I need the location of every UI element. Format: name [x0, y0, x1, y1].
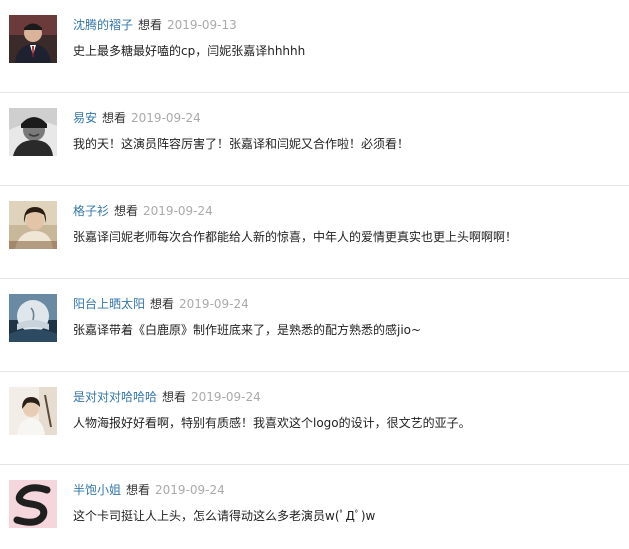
comment-meta: 易安 想看 2019-09-24 — [73, 110, 201, 127]
comment-item: 阳台上晒太阳 想看 2019-09-24 张嘉译带着《白鹿原》制作班底来了，是熟悉的… — [0, 279, 629, 372]
username-link[interactable]: 格子衫 — [73, 204, 109, 218]
comment-item: 是对对对哈哈哈 想看 2019-09-24 人物海报好好看啊，特别有质感！我喜欢这个… — [0, 372, 629, 465]
status-label: 想看 — [114, 204, 139, 218]
comment-meta: 沈腾的褶子 想看 2019-09-13 — [73, 17, 237, 34]
comment-text: 我的天！这演员阵容厉害了！张嘉译和闫妮又合作啦！必须看！ — [73, 137, 410, 151]
comment-meta: 阳台上晒太阳 想看 2019-09-24 — [73, 296, 249, 313]
comment-text: 张嘉译闫妮老师每次合作都能给人新的惊喜，中年人的爱情更真实也更上头啊啊啊！ — [73, 230, 518, 244]
comment-meta: 半饱小姐 想看 2019-09-24 — [73, 482, 225, 499]
comment-date: 2019-09-24 — [191, 390, 261, 404]
comment-date: 2019-09-24 — [143, 204, 213, 218]
comment-date: 2019-09-24 — [179, 297, 249, 311]
comment-item: 半饱小姐 想看 2019-09-24 这个卡司挺让人上头，怎么请得动这么多老演员w(… — [0, 465, 629, 549]
status-label: 想看 — [162, 390, 187, 404]
user-avatar-icon[interactable] — [9, 294, 57, 342]
comment-text: 人物海报好好看啊，特别有质感！我喜欢这个logo的设计，很文艺的亚子。 — [73, 416, 471, 430]
comment-date: 2019-09-13 — [167, 18, 237, 32]
comment-date: 2019-09-24 — [131, 111, 201, 125]
user-avatar-icon[interactable] — [9, 15, 57, 63]
status-label: 想看 — [126, 483, 151, 497]
username-link[interactable]: 沈腾的褶子 — [73, 18, 133, 32]
comment-meta: 格子衫 想看 2019-09-24 — [73, 203, 213, 220]
user-avatar-icon[interactable] — [9, 387, 57, 435]
user-avatar-icon[interactable] — [9, 201, 57, 249]
status-label: 想看 — [150, 297, 175, 311]
comment-item: 易安 想看 2019-09-24 我的天！这演员阵容厉害了！张嘉译和闫妮又合作啦！必… — [0, 93, 629, 186]
comment-date: 2019-09-24 — [155, 483, 225, 497]
username-link[interactable]: 是对对对哈哈哈 — [73, 390, 157, 404]
status-label: 想看 — [138, 18, 163, 32]
status-label: 想看 — [102, 111, 127, 125]
comment-text: 这个卡司挺让人上头，怎么请得动这么多老演员w(ﾟДﾟ)w — [73, 509, 376, 523]
user-avatar-icon[interactable] — [9, 108, 57, 156]
comment-item: 格子衫 想看 2019-09-24 张嘉译闫妮老师每次合作都能给人新的惊喜，中年人的… — [0, 186, 629, 279]
comment-list: 沈腾的褶子 想看 2019-09-13 史上最多糖最好嗑的cp，闫妮张嘉译hhhhh… — [0, 0, 629, 549]
username-link[interactable]: 易安 — [73, 111, 97, 125]
username-link[interactable]: 半饱小姐 — [73, 483, 121, 497]
comment-text: 张嘉译带着《白鹿原》制作班底来了，是熟悉的配方熟悉的感jio~ — [73, 323, 422, 337]
username-link[interactable]: 阳台上晒太阳 — [73, 297, 145, 311]
comment-meta: 是对对对哈哈哈 想看 2019-09-24 — [73, 389, 261, 406]
comment-text: 史上最多糖最好嗑的cp，闫妮张嘉译hhhhh — [73, 44, 306, 58]
comment-item: 沈腾的褶子 想看 2019-09-13 史上最多糖最好嗑的cp，闫妮张嘉译hhhhh — [0, 0, 629, 93]
user-avatar-icon[interactable] — [9, 480, 57, 528]
